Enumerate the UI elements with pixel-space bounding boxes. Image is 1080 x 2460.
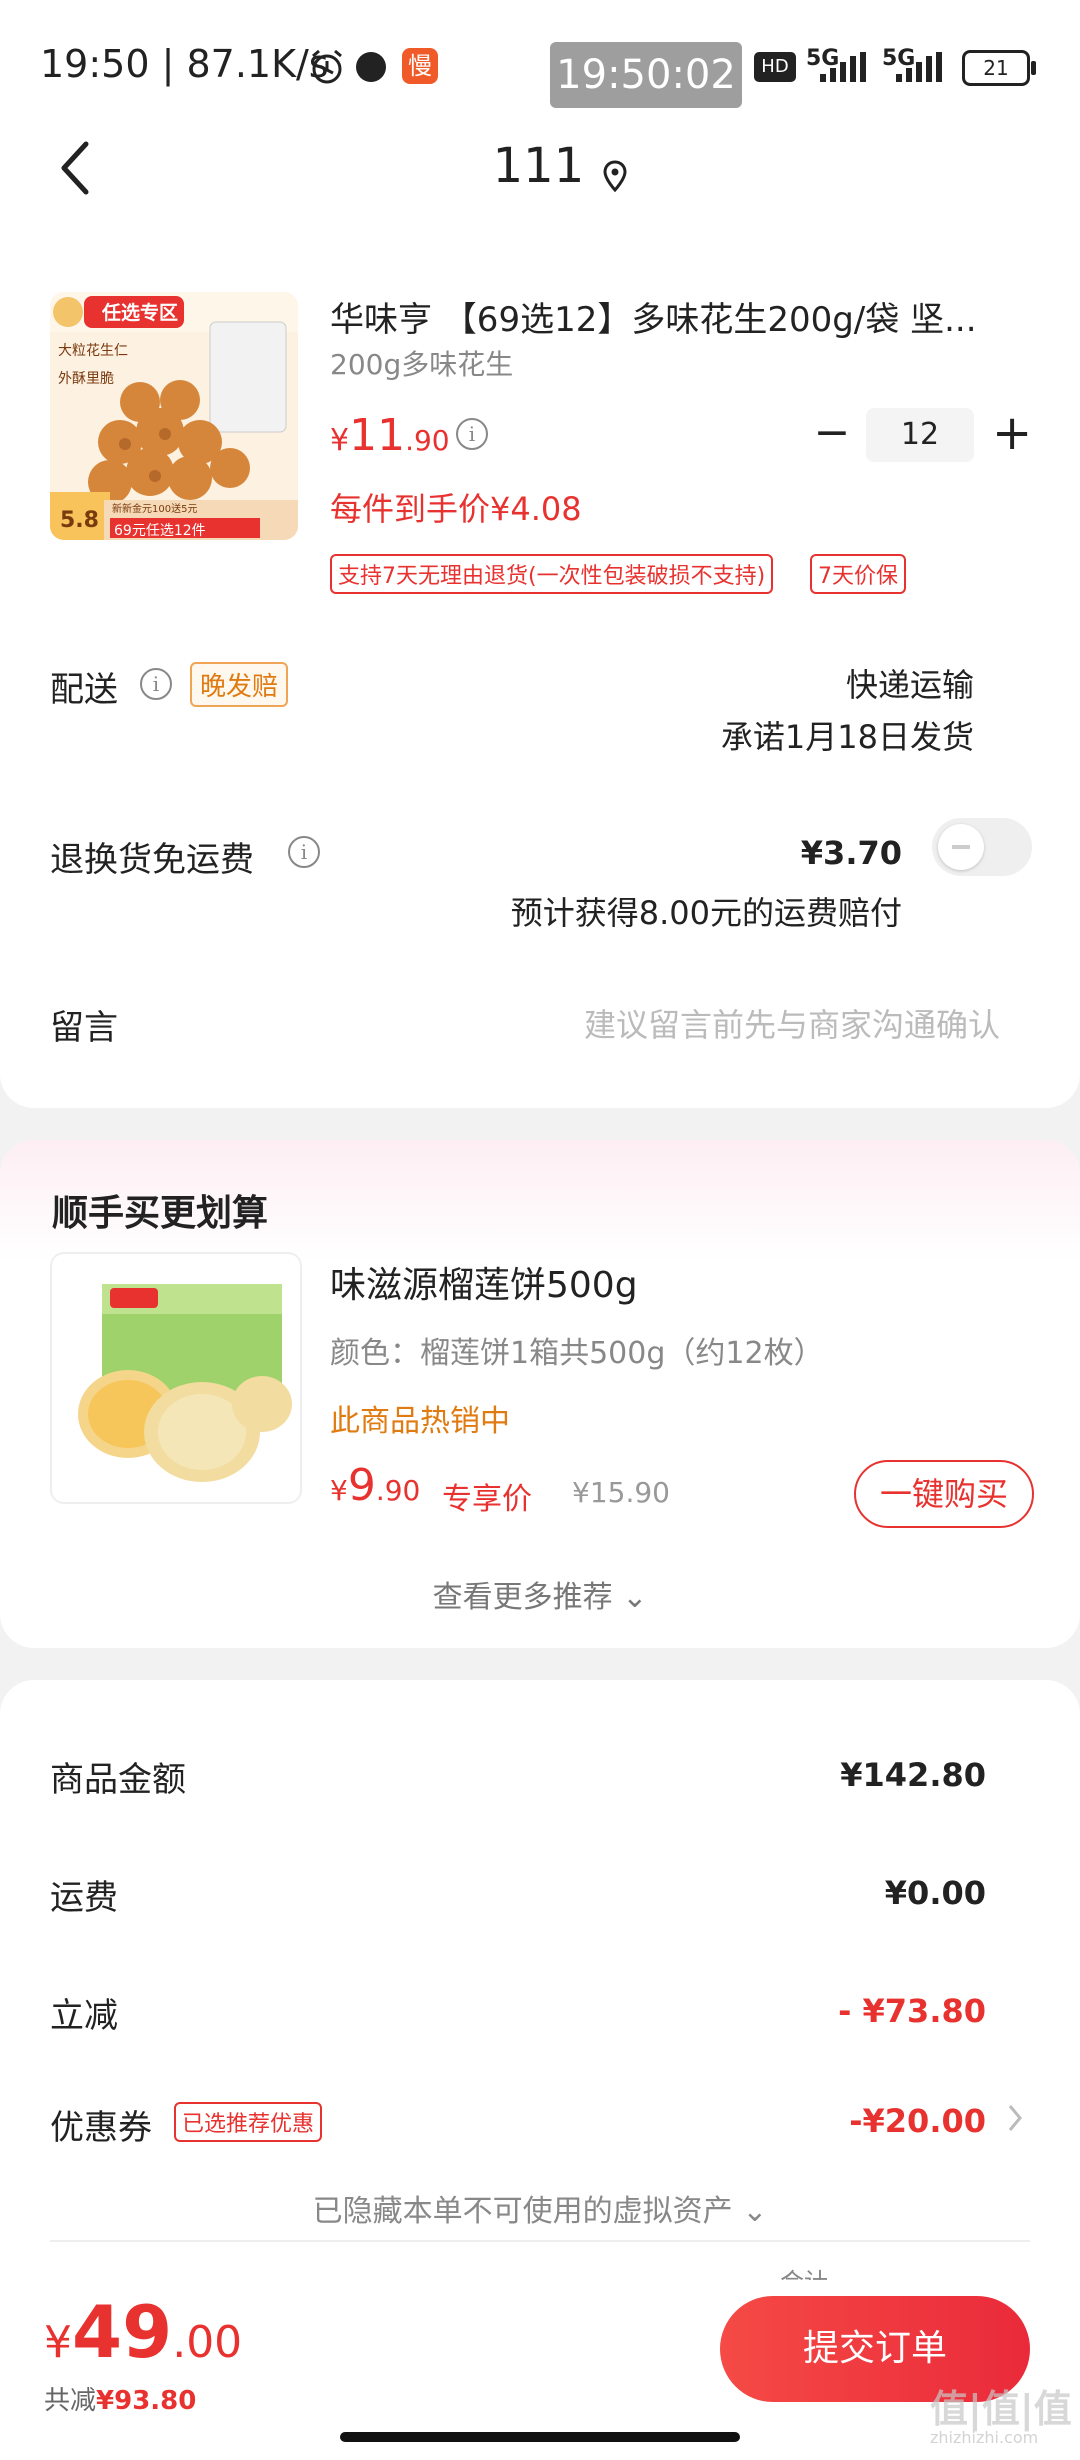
back-arrow-icon[interactable] [56, 140, 96, 200]
recommend-price-currency: ¥ [330, 1474, 348, 1507]
recommend-hot-text: 此商品热销中 [330, 1404, 510, 1439]
home-indicator[interactable] [340, 2432, 740, 2442]
total-int: 49 [72, 2290, 173, 2374]
recommend-price-dec: .90 [375, 1474, 421, 1507]
alarm-icon [308, 48, 346, 90]
summary-divider [50, 2240, 1030, 2242]
goods-amount-value: ¥142.80 [840, 1756, 986, 1794]
quantity-input[interactable]: 12 [866, 408, 974, 462]
return-shipping-label: 退换货免运费 [50, 840, 254, 880]
image-promo-1: 新新金元100送5元 [112, 504, 198, 515]
signal-icon-2 [894, 52, 948, 88]
total-dec: .00 [172, 2317, 243, 2368]
view-more-recommend[interactable]: 查看更多推荐 ⌄ [0, 1572, 1080, 1616]
price-protect-tag: 7天价保 [810, 554, 906, 594]
watermark-logo: 值|值|值 [930, 2387, 1072, 2431]
image-price: 5.8 [60, 508, 99, 533]
total-currency: ¥ [44, 2317, 72, 2368]
late-compensation-badge: 晚发赔 [190, 662, 289, 707]
per-item-price: 每件到手价¥4.08 [330, 490, 582, 528]
product-image[interactable]: 任选专区 大粒花生仁 外酥里脆 5.8 新新金元100送5元 69元任选12件 [50, 292, 298, 540]
recommend-price-label: 专享价 [442, 1482, 532, 1517]
recommend-item-title[interactable]: 味滋源榴莲饼500g [330, 1256, 638, 1308]
recommend-item-spec[interactable]: 颜色：榴莲饼1箱共500g（约12枚） [330, 1328, 824, 1372]
coupon-badge: 已选推荐优惠 [174, 2102, 323, 2142]
image-zone-text: 任选专区 [102, 302, 179, 324]
recommend-orig-price: ¥15.90 [572, 1476, 670, 1509]
recommend-price-int: 9 [347, 1460, 376, 1511]
watermark-text: zhizhizhi.com [930, 2428, 1039, 2447]
coupon-value[interactable]: -¥20.00 [849, 2102, 986, 2140]
return-shipping-price: ¥3.70 [800, 834, 902, 872]
delivery-info-icon[interactable]: i [140, 668, 172, 700]
total-saved-prefix: 共减 [44, 2386, 97, 2416]
price-currency: ¥ [330, 423, 350, 458]
coupon-label: 优惠券 [50, 2108, 152, 2148]
location-pin-icon [603, 159, 627, 196]
quantity-increase-button[interactable]: + [992, 408, 1032, 458]
return-policy-tag: 支持7天无理由退货(一次性包装破损不支持) [330, 554, 774, 594]
price-int: 11 [349, 410, 406, 461]
delivery-promise: 承诺1月18日发货 [720, 718, 974, 756]
delivery-method[interactable]: 快递运输 [846, 660, 974, 706]
hidden-assets-note[interactable]: 已隐藏本单不可使用的虚拟资产 ⌄ [0, 2186, 1080, 2230]
return-shipping-info-icon[interactable]: i [288, 836, 320, 868]
return-shipping-toggle[interactable] [932, 818, 1032, 876]
price-info-icon[interactable]: i [456, 418, 488, 450]
hd-icon: HD [754, 52, 796, 82]
discount-label: 立减 [50, 1996, 118, 2036]
return-shipping-note: 预计获得8.00元的运费赔付 [510, 894, 902, 932]
quantity-decrease-button[interactable]: − [812, 408, 852, 458]
shipping-fee-label: 运费 [50, 1878, 118, 1918]
message-input[interactable]: 建议留言前先与商家沟通确认 [584, 1000, 1000, 1046]
app-badge-icon: 慢 [402, 48, 438, 84]
image-text-1: 大粒花生仁 [58, 343, 128, 359]
image-text-2: 外酥里脆 [58, 371, 114, 387]
discount-value: - ¥73.80 [838, 1992, 986, 2030]
price-dec: .90 [405, 424, 450, 457]
address-title-text: 111 [492, 138, 585, 194]
app-status-icon [356, 52, 386, 82]
product-spec[interactable]: 200g多味花生 [330, 343, 513, 383]
battery-icon: 21 [962, 50, 1036, 86]
total-saved: 共减¥93.80 [44, 2380, 196, 2417]
total-price: ¥49.00 [44, 2290, 242, 2374]
recommend-price: ¥9.90 [330, 1460, 420, 1511]
shipping-fee-value: ¥0.00 [884, 1874, 986, 1912]
product-title[interactable]: 华味亨 【69选12】多味花生200g/袋 坚... [330, 292, 1020, 341]
total-saved-value: ¥93.80 [96, 2386, 197, 2416]
one-click-buy-button[interactable]: 一键购买 [854, 1460, 1034, 1528]
clock-chip: 19:50:02 [550, 42, 742, 108]
recommend-title: 顺手买更划算 [52, 1193, 269, 1234]
status-time: 19:50 | 87.1K/s [40, 42, 329, 86]
goods-amount-label: 商品金额 [50, 1760, 186, 1800]
image-promo-2: 69元任选12件 [114, 523, 206, 539]
signal-icon-1 [818, 52, 868, 88]
recommend-product-image[interactable] [50, 1252, 302, 1504]
message-label: 留言 [50, 1008, 118, 1048]
chevron-right-icon[interactable] [1006, 2100, 1026, 2140]
product-price: ¥11.90 [330, 410, 450, 461]
address-title[interactable]: 111 [470, 138, 650, 198]
delivery-label: 配送 [50, 670, 118, 710]
